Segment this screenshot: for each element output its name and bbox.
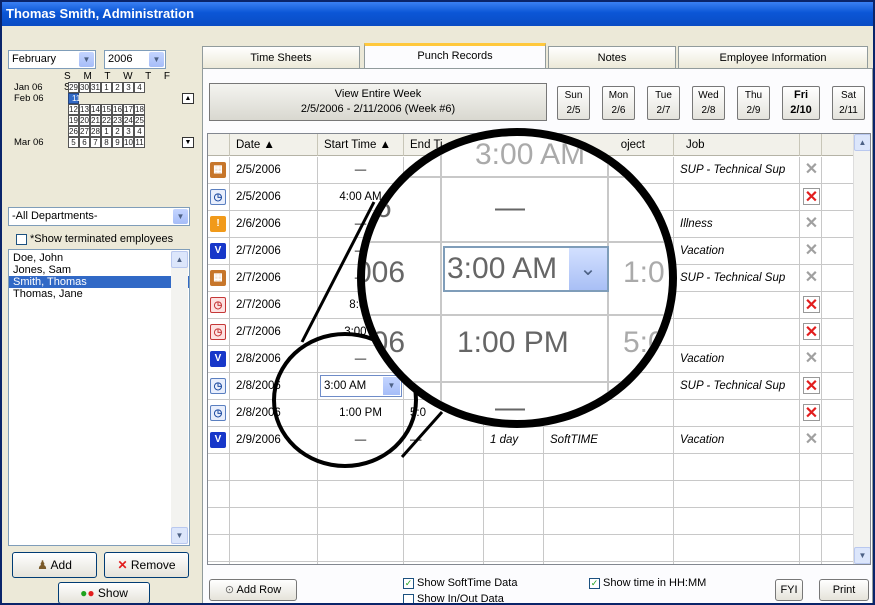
- magnifier-text: 5:0: [623, 326, 665, 359]
- magnifier-text: 006: [357, 256, 406, 289]
- magnifier-text: 6: [375, 191, 392, 224]
- chevron-down-icon: ⌄: [569, 248, 607, 290]
- magnifier-text: 1:0: [623, 256, 665, 289]
- magnifier-text: 6: [375, 391, 392, 424]
- magnifier-text: —: [495, 391, 525, 424]
- magnifier-lens: 3:00 AM — 6 006 3:00 AM ⌄ 1:0 006 1:00 P…: [357, 128, 677, 428]
- magnifier-start-time-editor: 3:00 AM ⌄: [443, 246, 609, 292]
- magnifier-text: 1:00 PM: [457, 326, 569, 359]
- magnifier-text: —: [495, 191, 525, 224]
- app-window: Thomas Smith, Administration February ▼ 2…: [0, 0, 875, 605]
- magnifier-text: 3:00 AM: [475, 138, 586, 171]
- magnifier-text: 006: [357, 326, 406, 359]
